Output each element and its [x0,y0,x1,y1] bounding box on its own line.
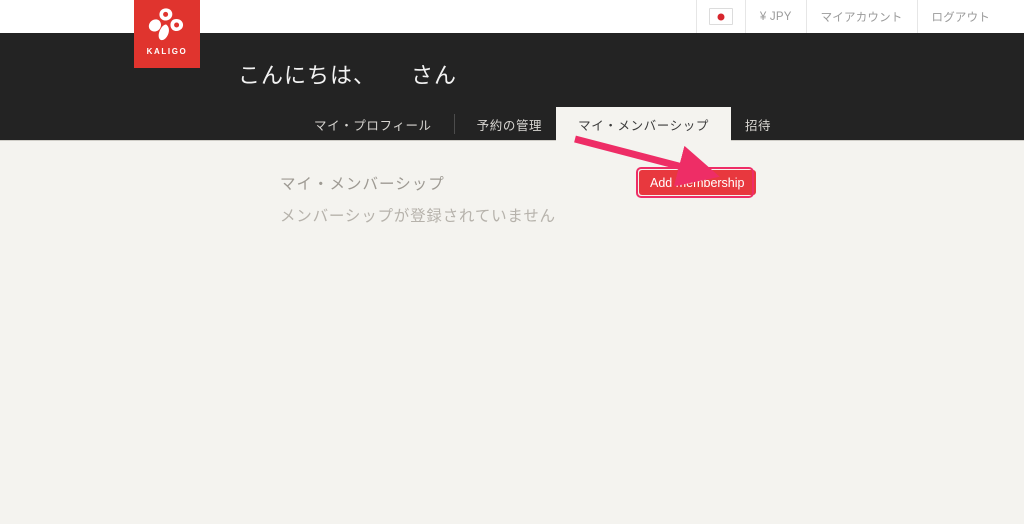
main-content: マイ・メンバーシップ メンバーシップが登録されていません Add members… [0,141,1024,524]
kaligo-pinwheel-icon [148,8,184,41]
tab-my-profile[interactable]: マイ・プロフィール [300,107,446,141]
language-region-selector[interactable] [695,0,745,33]
my-account-link[interactable]: マイアカウント [805,0,917,33]
top-utility-items: ¥ JPY マイアカウント ログアウト [695,0,1005,33]
tab-my-memberships[interactable]: マイ・メンバーシップ [556,107,731,141]
add-membership-button[interactable]: Add membership [639,170,756,195]
kaligo-logo[interactable]: KALIGO [134,0,200,68]
tab-manage-bookings[interactable]: 予約の管理 [463,107,557,141]
tab-invite[interactable]: 招待 [731,107,785,141]
empty-state-message: メンバーシップが登録されていません [280,208,556,225]
logout-link[interactable]: ログアウト [916,0,1005,33]
page-title: マイ・メンバーシップ [280,176,445,193]
tab-divider [453,114,455,134]
account-nav-tabs: マイ・プロフィール 予約の管理 マイ・メンバーシップ 招待 [300,107,785,141]
currency-selector[interactable]: ¥ JPY [744,0,806,33]
greeting-text: こんにちは、 さん [238,63,458,88]
logo-wordmark: KALIGO [146,47,188,56]
japan-flag-icon [708,8,733,25]
